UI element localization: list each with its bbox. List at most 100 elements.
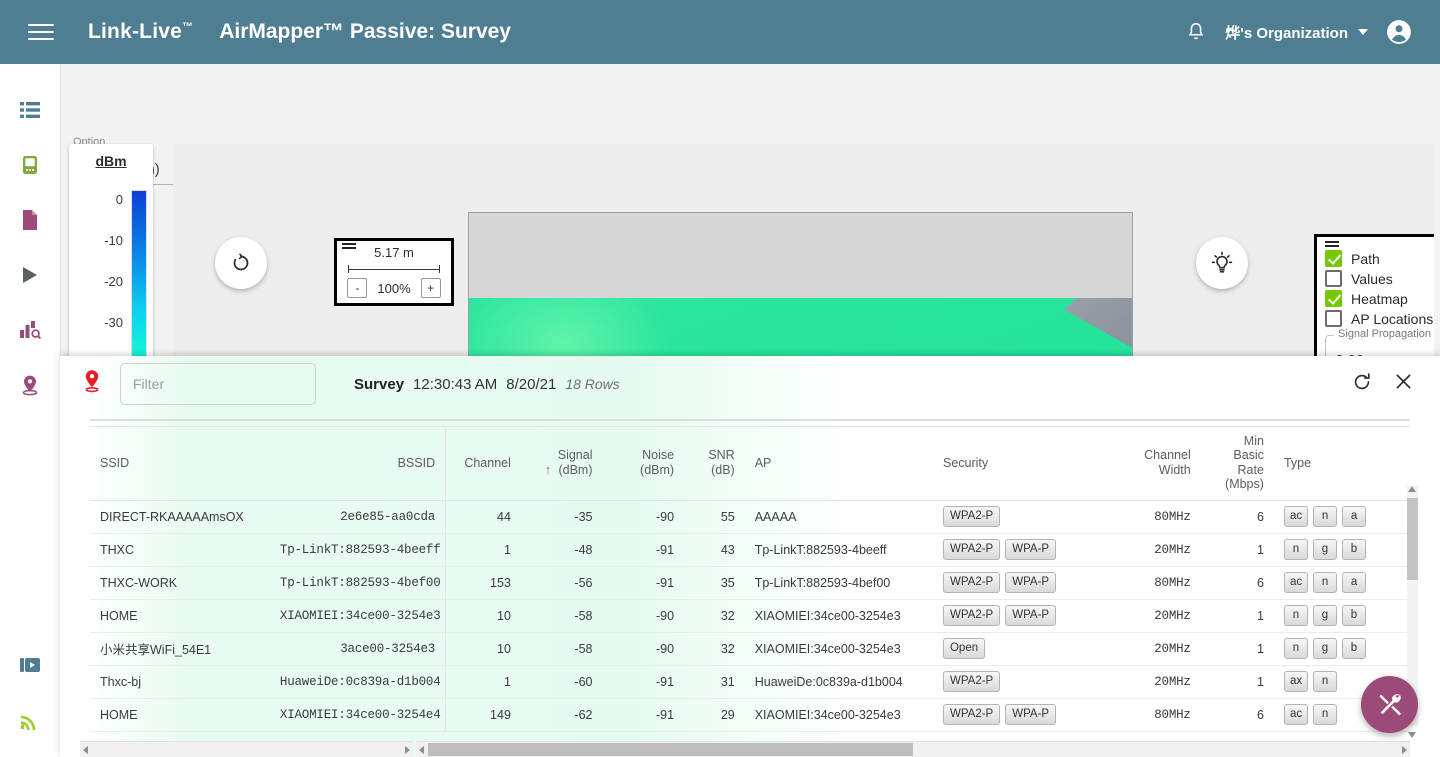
sidebar-item-device[interactable]: [0, 137, 60, 192]
scroll-left-arrow-icon[interactable]: [419, 746, 424, 754]
sidebar-item-reports[interactable]: [0, 192, 60, 247]
rotate-button[interactable]: [215, 237, 267, 289]
tools-fab-button[interactable]: [1361, 676, 1418, 733]
table-row[interactable]: HOMEXIAOMIEI:34ce00-3254e310-58-9032XIAO…: [90, 599, 1410, 632]
checkbox-heatmap[interactable]: [1325, 290, 1342, 307]
chip: n: [1284, 605, 1308, 626]
wifi-signal-icon: [18, 708, 42, 732]
hint-button[interactable]: [1196, 237, 1248, 289]
chip: n: [1313, 572, 1337, 593]
brand-logo[interactable]: Link-Live™: [88, 20, 193, 44]
right-horizontal-scrollbar[interactable]: [416, 741, 1410, 757]
survey-meta: Survey 12:30:43 AM 8/20/21 18 Rows: [354, 376, 620, 393]
drag-handle-icon[interactable]: [342, 243, 356, 251]
cell-signal: -35: [521, 500, 603, 533]
menu-icon[interactable]: [28, 14, 64, 50]
horizontal-scroll-thumb[interactable]: [428, 743, 913, 756]
account-circle-icon[interactable]: [1386, 19, 1412, 45]
table-row[interactable]: HOMEXIAOMIEI:34ce00-3254e4149-62-9129XIA…: [90, 698, 1410, 731]
cell-snr: 43: [684, 533, 745, 566]
chip: ac: [1284, 506, 1308, 527]
table-row[interactable]: THXCTp-LinkT:882593-4beeff1-48-9143Tp-Li…: [90, 533, 1410, 566]
cell-channel-width: 20MHz: [1113, 632, 1201, 665]
column-header-min-basic-rate[interactable]: Min Basic Rate (Mbps): [1201, 428, 1274, 500]
survey-row-count: 18 Rows: [565, 376, 619, 392]
checkbox-ap-locations[interactable]: [1325, 310, 1342, 327]
cell-noise: -91: [602, 698, 684, 731]
scroll-right-arrow-icon[interactable]: [405, 746, 410, 754]
chip: b: [1342, 539, 1366, 560]
bell-icon[interactable]: [1185, 21, 1207, 43]
cell-bssid: Tp-LinkT:882593-4beeff: [270, 533, 446, 566]
cell-noise: -90: [602, 500, 684, 533]
column-header-ap[interactable]: AP: [745, 428, 933, 500]
cell-min-basic-rate: 1: [1201, 599, 1274, 632]
cell-snr: 35: [684, 566, 745, 599]
checkbox-row-values[interactable]: Values: [1325, 270, 1434, 287]
video-library-icon: [18, 653, 42, 677]
chip: WPA-P: [1005, 572, 1056, 593]
chip: ac: [1284, 704, 1308, 725]
sidebar-item-analysis[interactable]: [0, 302, 60, 357]
survey-date: 8/20/21: [506, 376, 556, 393]
scroll-left-arrow-icon[interactable]: [83, 746, 88, 754]
column-header-signal[interactable]: ↑ Signal (dBm): [521, 428, 603, 500]
cell-noise: -91: [602, 533, 684, 566]
table-row[interactable]: 小米共享WiFi_54E13ace00-3254e310-58-9032XIAO…: [90, 632, 1410, 665]
table-row[interactable]: DIRECT-RKAAAAAmsOX2e6e85-aa0cda44-35-905…: [90, 500, 1410, 533]
column-header-noise[interactable]: Noise (dBm): [602, 428, 684, 500]
cell-channel: 10: [446, 599, 521, 632]
drag-handle-icon[interactable]: [1325, 241, 1339, 247]
sidebar-item-playback[interactable]: [0, 247, 60, 302]
scroll-right-arrow-icon[interactable]: [1402, 746, 1407, 754]
left-horizontal-scrollbar[interactable]: [80, 741, 413, 757]
chip: a: [1342, 506, 1366, 527]
cell-channel: 1: [446, 665, 521, 698]
column-header-type[interactable]: Type: [1274, 428, 1410, 500]
vertical-scroll-thumb[interactable]: [1407, 498, 1418, 580]
sidebar-item-wifi[interactable]: [0, 692, 60, 747]
refresh-icon[interactable]: [1351, 371, 1373, 398]
cell-channel-width: 80MHz: [1113, 500, 1201, 533]
cell-ap: XIAOMIEI:34ce00-3254e3: [745, 698, 933, 731]
scale-zoom-card[interactable]: 5.17 m - 100% +: [334, 238, 454, 306]
table-row[interactable]: Thxc-bjHuaweiDe:0c839a-d1b0041-60-9131Hu…: [90, 665, 1410, 698]
sidebar-item-airmapper[interactable]: [0, 357, 60, 412]
chip: WPA2-P: [943, 572, 1000, 593]
cell-security: WPA2-P: [933, 500, 1113, 533]
organization-name: 烨's Organization: [1225, 22, 1348, 43]
column-header-snr[interactable]: SNR (dB): [684, 428, 745, 500]
column-header-security[interactable]: Security: [933, 428, 1113, 500]
table-body: DIRECT-RKAAAAAmsOX2e6e85-aa0cda44-35-905…: [90, 500, 1410, 731]
scroll-up-arrow-icon[interactable]: [1408, 486, 1416, 492]
column-header-channel[interactable]: Channel: [446, 428, 521, 500]
checkbox-row-ap-locations[interactable]: AP Locations: [1325, 310, 1434, 327]
cell-ap: HuaweiDe:0c839a-d1b004: [745, 665, 933, 698]
cell-ap: XIAOMIEI:34ce00-3254e3: [745, 632, 933, 665]
cell-bssid: XIAOMIEI:34ce00-3254e3: [270, 599, 446, 632]
cell-noise: -90: [602, 599, 684, 632]
cell-snr: 32: [684, 599, 745, 632]
column-header-mbr-line2: Basic: [1233, 448, 1264, 462]
checkbox-row-heatmap[interactable]: Heatmap: [1325, 290, 1434, 307]
column-header-ssid[interactable]: SSID: [90, 428, 270, 500]
zoom-in-button[interactable]: +: [421, 278, 441, 298]
close-icon[interactable]: [1393, 371, 1414, 397]
checkbox-row-path[interactable]: Path: [1325, 250, 1434, 267]
column-header-channel-width[interactable]: Channel Width: [1113, 428, 1201, 500]
cell-ssid: HOME: [90, 599, 270, 632]
sidebar-item-list-view[interactable]: [0, 82, 60, 137]
checkbox-path[interactable]: [1325, 250, 1342, 267]
scroll-down-arrow-icon[interactable]: [1408, 732, 1416, 738]
filter-input[interactable]: [120, 363, 316, 405]
checkbox-values[interactable]: [1325, 270, 1342, 287]
sidebar-item-video[interactable]: [0, 637, 60, 692]
dbm-tick-0: 0: [87, 192, 123, 207]
cell-channel: 153: [446, 566, 521, 599]
column-header-bssid[interactable]: BSSID: [270, 428, 446, 500]
organization-selector[interactable]: 烨's Organization: [1225, 22, 1368, 43]
table-row[interactable]: THXC-WORKTp-LinkT:882593-4bef00153-56-91…: [90, 566, 1410, 599]
chip: WPA2-P: [943, 605, 1000, 626]
zoom-out-button[interactable]: -: [347, 278, 367, 298]
chip: g: [1313, 605, 1337, 626]
